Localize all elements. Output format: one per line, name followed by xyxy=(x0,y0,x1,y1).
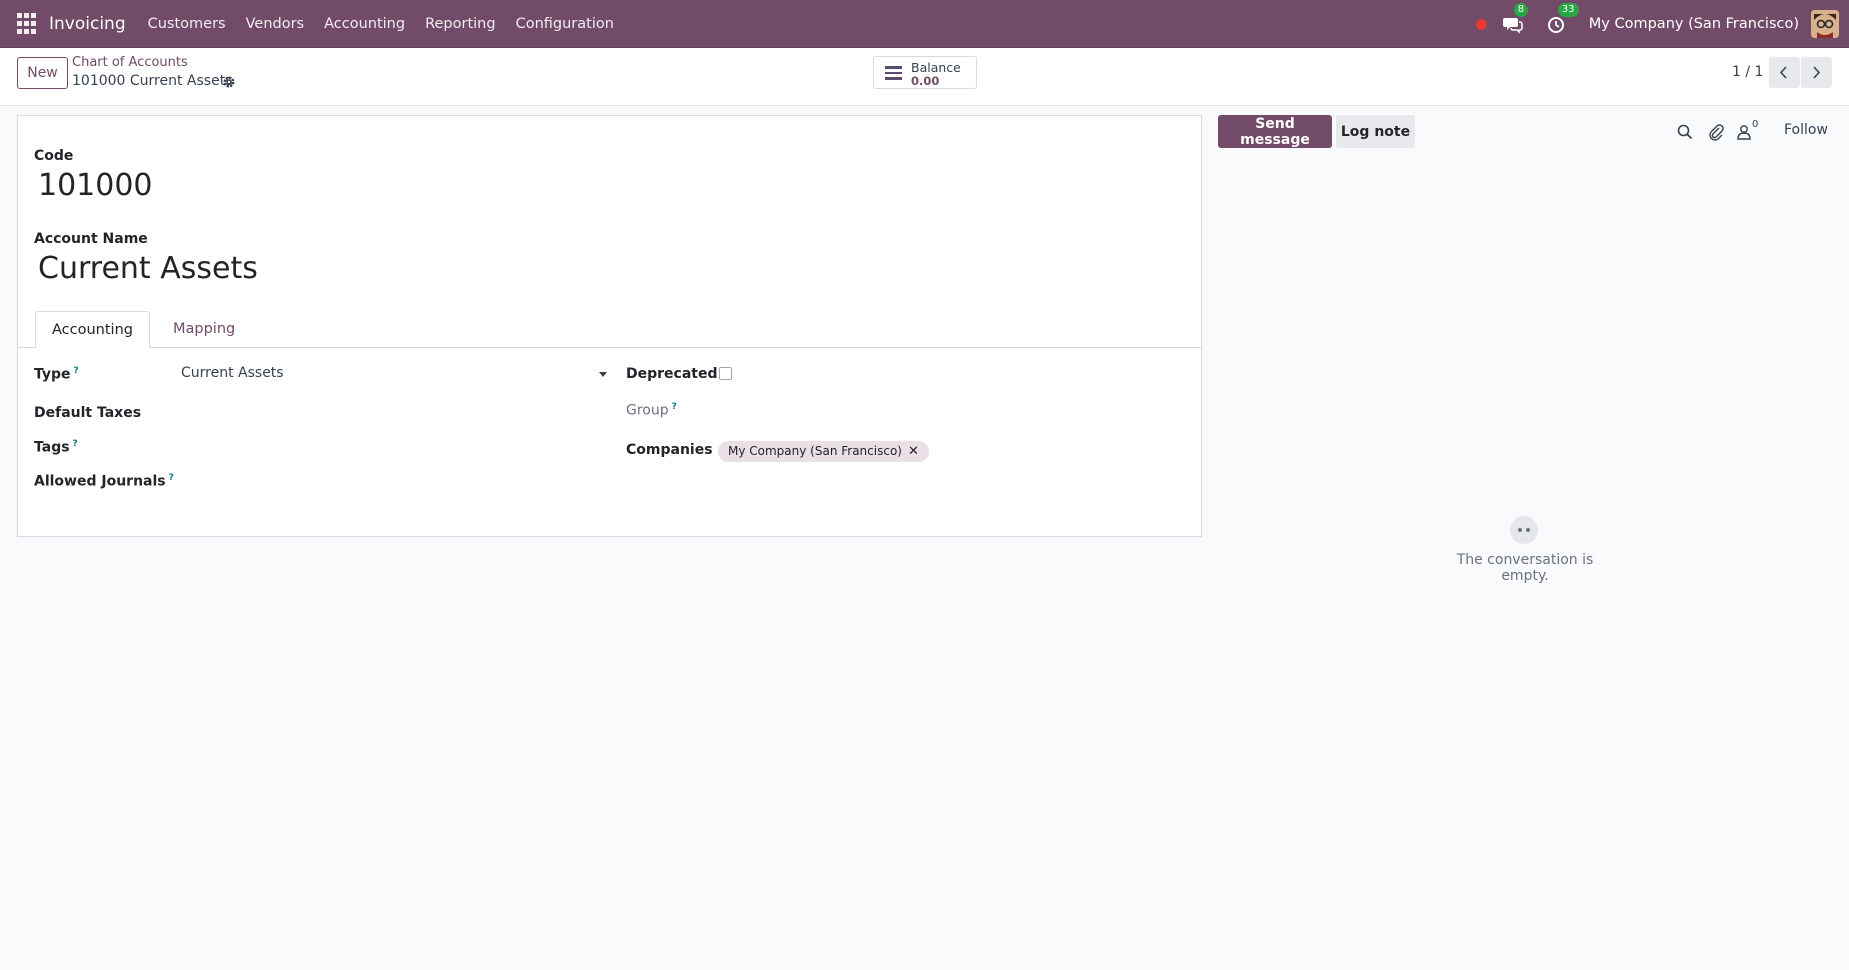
control-panel: New Chart of Accounts 101000 Current Ass… xyxy=(0,48,1849,106)
type-select-value: Current Assets xyxy=(181,365,284,381)
balance-smart-button[interactable]: Balance 0.00 xyxy=(873,56,977,89)
messages-count-badge: 8 xyxy=(1513,3,1529,17)
gear-icon[interactable] xyxy=(222,75,236,89)
notebook-tabs: Accounting Mapping xyxy=(18,309,1201,349)
user-avatar[interactable] xyxy=(1811,10,1839,38)
app-name[interactable]: Invoicing xyxy=(49,14,126,34)
allowed-journals-label: Allowed Journals? xyxy=(34,473,174,490)
group-label: Group? xyxy=(626,402,677,419)
menu-item-configuration[interactable]: Configuration xyxy=(506,0,624,48)
empty-conversation-text: The conversation is empty. xyxy=(1456,552,1594,584)
code-field[interactable]: 101000 xyxy=(38,168,153,203)
caret-down-icon xyxy=(599,372,607,377)
form-sheet: Code 101000 Account Name Current Assets … xyxy=(17,115,1202,537)
send-message-button[interactable]: Send message xyxy=(1218,115,1332,148)
deprecated-checkbox[interactable] xyxy=(719,367,732,380)
company-switcher[interactable]: My Company (San Francisco) xyxy=(1589,16,1799,32)
pager-next-button[interactable] xyxy=(1801,57,1832,88)
breadcrumb-chart-of-accounts[interactable]: Chart of Accounts xyxy=(72,55,188,70)
tags-help-icon[interactable]: ? xyxy=(73,439,78,449)
paperclip-icon[interactable] xyxy=(1707,123,1725,141)
group-help-icon[interactable]: ? xyxy=(672,402,677,412)
pager-previous-button[interactable] xyxy=(1769,57,1800,88)
menu-item-accounting[interactable]: Accounting xyxy=(314,0,415,48)
allowed-journals-input[interactable] xyxy=(179,469,613,493)
menu-item-vendors[interactable]: Vendors xyxy=(236,0,315,48)
recording-indicator-icon[interactable] xyxy=(1475,18,1487,30)
company-tag: My Company (San Francisco) ✕ xyxy=(718,441,929,462)
balance-label: Balance xyxy=(911,60,961,75)
tags-label: Tags? xyxy=(34,439,78,456)
tab-mapping[interactable]: Mapping xyxy=(157,311,251,349)
menu-item-customers[interactable]: Customers xyxy=(138,0,236,48)
account-name-field[interactable]: Current Assets xyxy=(38,251,258,286)
default-taxes-label: Default Taxes xyxy=(34,405,142,421)
group-field xyxy=(718,399,1188,423)
type-help-icon[interactable]: ? xyxy=(74,366,79,376)
breadcrumb-current-record: 101000 Current Assets xyxy=(72,73,233,89)
menu-item-reporting[interactable]: Reporting xyxy=(415,0,506,48)
allowed-journals-help-icon[interactable]: ? xyxy=(169,473,174,483)
companies-label: Companies xyxy=(626,442,713,458)
list-bars-icon xyxy=(885,66,902,80)
chat-bubbles-icon xyxy=(1502,18,1523,34)
top-navbar: Invoicing Customers Vendors Accounting R… xyxy=(0,0,1849,48)
company-tag-label: My Company (San Francisco) xyxy=(728,444,902,458)
group-label-text: Group xyxy=(626,402,669,419)
main-menu: Customers Vendors Accounting Reporting C… xyxy=(138,0,624,48)
navbar-systray: 8 33 My Company (San Francisco) xyxy=(1475,0,1849,48)
chevron-right-icon xyxy=(1813,66,1821,79)
activities-count-badge: 33 xyxy=(1557,3,1579,17)
activities-menu[interactable]: 33 xyxy=(1545,3,1579,36)
type-select[interactable]: Current Assets xyxy=(179,362,613,386)
chevron-left-icon xyxy=(1779,66,1787,79)
log-note-button[interactable]: Log note xyxy=(1336,115,1415,148)
balance-value: 0.00 xyxy=(911,74,940,88)
followers-count: 0 xyxy=(1752,119,1759,130)
tags-input[interactable] xyxy=(179,435,613,459)
empty-conversation-icon xyxy=(1510,516,1538,544)
code-label: Code xyxy=(34,148,74,164)
default-taxes-input[interactable] xyxy=(179,401,613,425)
deprecated-label: Deprecated xyxy=(626,366,718,382)
tab-accounting[interactable]: Accounting xyxy=(35,311,150,349)
followers-icon[interactable] xyxy=(1735,123,1753,141)
type-label: Type? xyxy=(34,366,79,383)
follow-button[interactable]: Follow xyxy=(1784,122,1828,138)
account-name-label: Account Name xyxy=(34,231,148,247)
apps-menu-icon[interactable] xyxy=(17,12,39,35)
new-record-button[interactable]: New xyxy=(17,57,68,89)
messages-menu[interactable]: 8 xyxy=(1501,3,1529,36)
search-icon[interactable] xyxy=(1676,123,1694,141)
allowed-journals-label-text: Allowed Journals xyxy=(34,473,166,490)
clock-icon xyxy=(1547,17,1564,33)
remove-tag-icon[interactable]: ✕ xyxy=(908,441,919,462)
type-label-text: Type xyxy=(34,366,71,383)
pager-value[interactable]: 1 / 1 xyxy=(1732,64,1763,80)
tags-label-text: Tags xyxy=(34,439,70,456)
avatar-face-icon xyxy=(1811,10,1839,38)
